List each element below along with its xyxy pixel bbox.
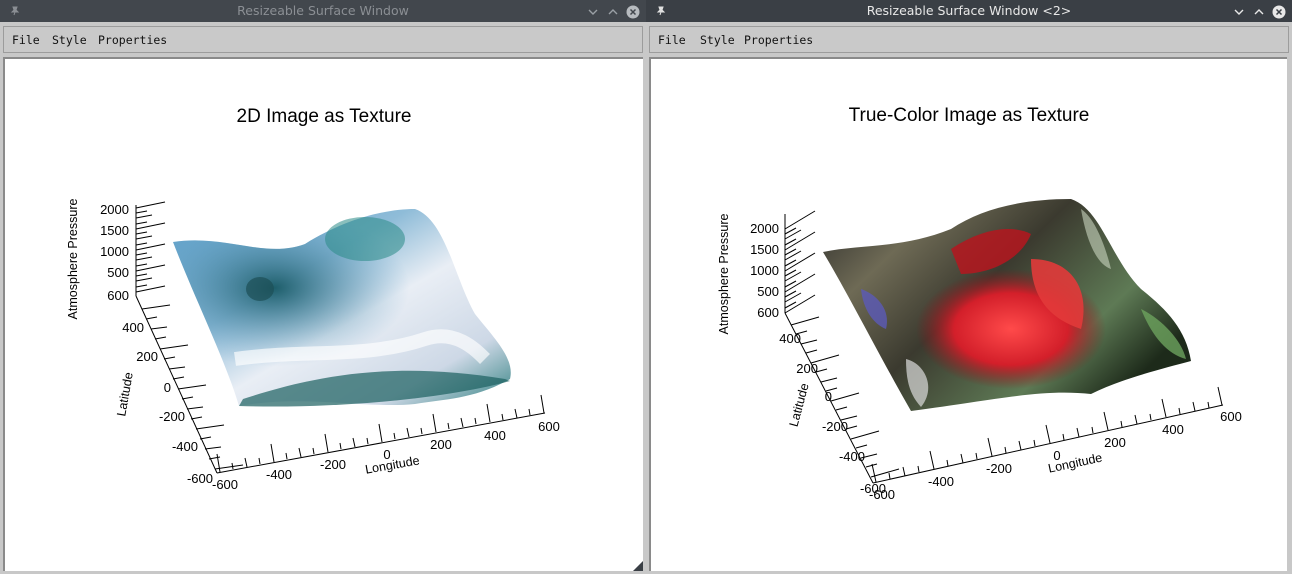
- z-tick-label: 600: [757, 305, 779, 320]
- menu-properties[interactable]: Properties: [98, 33, 167, 47]
- x-tick-label: -200: [986, 461, 1012, 476]
- x-tick-label: -400: [266, 467, 292, 482]
- y-tick-label: -200: [822, 419, 848, 434]
- pin-icon[interactable]: [654, 0, 668, 22]
- y-tick-label: 200: [796, 361, 818, 376]
- x-tick-label: 600: [1220, 409, 1242, 424]
- y-tick-label: -200: [159, 409, 185, 424]
- z-tick-label: 1500: [750, 242, 779, 257]
- z-axis-label: Atmosphere Pressure: [717, 214, 731, 335]
- menu-style[interactable]: Style: [52, 33, 87, 47]
- title-bar[interactable]: Resizeable Surface Window: [0, 0, 646, 22]
- x-tick-label: 200: [1104, 435, 1126, 450]
- x-tick-label: 400: [484, 428, 506, 443]
- close-icon: [626, 5, 640, 19]
- y-tick-label: -400: [839, 449, 865, 464]
- close-button[interactable]: [1272, 4, 1286, 19]
- y-tick-label: 0: [825, 389, 832, 404]
- y-tick-label: 400: [122, 320, 144, 335]
- y-axis-label: Latitude: [114, 371, 136, 417]
- minimize-button[interactable]: [586, 4, 600, 18]
- z-tick-label: 2000: [750, 221, 779, 236]
- x-axis-label: Longitude: [364, 453, 421, 476]
- chevron-up-icon: [608, 9, 618, 15]
- menu-style[interactable]: Style: [700, 33, 735, 47]
- title-bar[interactable]: Resizeable Surface Window <2>: [646, 0, 1292, 22]
- chevron-down-icon: [588, 9, 598, 15]
- minimize-button[interactable]: [1232, 4, 1246, 18]
- x-tick-label: 400: [1162, 422, 1184, 437]
- x-tick-label: -400: [928, 474, 954, 489]
- menu-file[interactable]: File: [12, 33, 40, 47]
- z-tick-label: 2000: [100, 202, 129, 217]
- menu-properties[interactable]: Properties: [744, 33, 813, 47]
- z-tick-label: 1500: [100, 223, 129, 238]
- chevron-down-icon: [1234, 9, 1244, 15]
- plot-canvas[interactable]: True-Color Image as Texture 2000 1500 10…: [649, 57, 1287, 571]
- menu-bar: File Style Properties: [3, 26, 643, 53]
- chevron-up-icon: [1254, 9, 1264, 15]
- z-axis-label: Atmosphere Pressure: [66, 199, 80, 320]
- y-tick-label: 400: [779, 331, 801, 346]
- y-tick-label: -600: [187, 471, 213, 486]
- menu-file[interactable]: File: [658, 33, 686, 47]
- z-tick-label: 600: [107, 288, 129, 303]
- surface-plot[interactable]: 2000 1500 1000 500 600 Atmosphere Pressu…: [651, 59, 1291, 573]
- menu-bar: File Style Properties: [649, 26, 1289, 53]
- z-tick-label: 500: [107, 265, 129, 280]
- z-tick-label: 1000: [750, 263, 779, 278]
- z-tick-label: 1000: [100, 244, 129, 259]
- close-button[interactable]: [626, 4, 640, 19]
- y-axis-label: Latitude: [787, 382, 812, 429]
- window-title: Resizeable Surface Window <2>: [866, 3, 1072, 18]
- x-tick-label: -600: [212, 477, 238, 492]
- z-axis: [135, 201, 166, 296]
- x-tick-label: 200: [430, 437, 452, 452]
- x-tick-label: -200: [320, 457, 346, 472]
- y-tick-label: -400: [172, 439, 198, 454]
- z-tick-label: 500: [757, 284, 779, 299]
- y-tick-label: 0: [164, 380, 171, 395]
- pin-icon[interactable]: [8, 0, 22, 22]
- plot-canvas[interactable]: 2D Image as Texture 2000 1500 1000 500 6…: [3, 57, 643, 571]
- y-tick-label: 200: [136, 349, 158, 364]
- x-tick-label: -600: [869, 487, 895, 502]
- surface-plot[interactable]: 2000 1500 1000 500 600 Atmosphere Pressu…: [5, 59, 645, 573]
- x-tick-label: 600: [538, 419, 560, 434]
- maximize-button[interactable]: [1252, 4, 1266, 18]
- window-surface-1: Resizeable Surface Window File Style Pro…: [0, 0, 646, 574]
- window-surface-2: Resizeable Surface Window <2> File Style…: [646, 0, 1292, 574]
- window-title: Resizeable Surface Window: [237, 3, 409, 18]
- z-axis: [784, 210, 816, 314]
- resize-grip[interactable]: [633, 561, 643, 571]
- close-icon: [1272, 5, 1286, 19]
- maximize-button[interactable]: [606, 4, 620, 18]
